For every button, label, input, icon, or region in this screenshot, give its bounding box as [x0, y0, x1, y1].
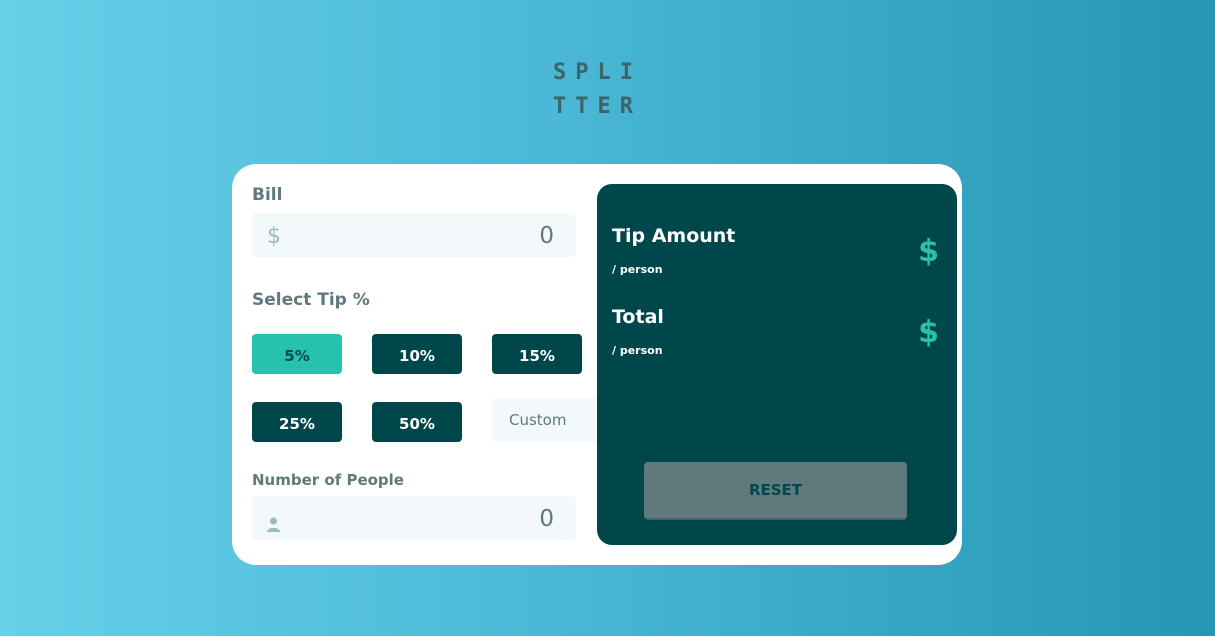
people-input[interactable]: 0 — [252, 496, 576, 540]
total-per-person: / person — [612, 344, 663, 357]
select-tip-label: Select Tip % — [252, 290, 370, 310]
tip-25-button[interactable]: 25% — [252, 402, 342, 442]
bill-input[interactable]: $ 0 — [252, 213, 576, 257]
reset-button[interactable]: RESET — [644, 462, 907, 520]
person-icon — [267, 517, 280, 532]
dollar-icon: $ — [267, 224, 281, 249]
tip-5-button[interactable]: 5% — [252, 334, 342, 374]
people-label: Number of People — [252, 471, 404, 489]
tip-amount-value: $ — [918, 234, 939, 269]
total-value: $ — [918, 315, 939, 350]
results-panel: Tip Amount / person $ Total / person $ R… — [597, 184, 957, 545]
logo-line-2: TTER — [553, 94, 642, 119]
bill-label: Bill — [252, 185, 283, 205]
custom-tip-input[interactable]: Custom — [492, 398, 598, 442]
tip-10-button[interactable]: 10% — [372, 334, 462, 374]
app-logo: SPLI TTER — [553, 56, 653, 124]
tip-15-button[interactable]: 15% — [492, 334, 582, 374]
tip-50-button[interactable]: 50% — [372, 402, 462, 442]
bill-value: 0 — [539, 223, 554, 249]
total-label: Total — [612, 306, 664, 328]
tip-amount-label: Tip Amount — [612, 225, 736, 247]
tip-amount-per-person: / person — [612, 263, 663, 276]
people-value: 0 — [539, 506, 554, 532]
logo-line-1: SPLI — [553, 60, 642, 85]
calculator-card: Bill $ 0 Select Tip % 5% 10% 15% 25% 50%… — [232, 164, 962, 565]
